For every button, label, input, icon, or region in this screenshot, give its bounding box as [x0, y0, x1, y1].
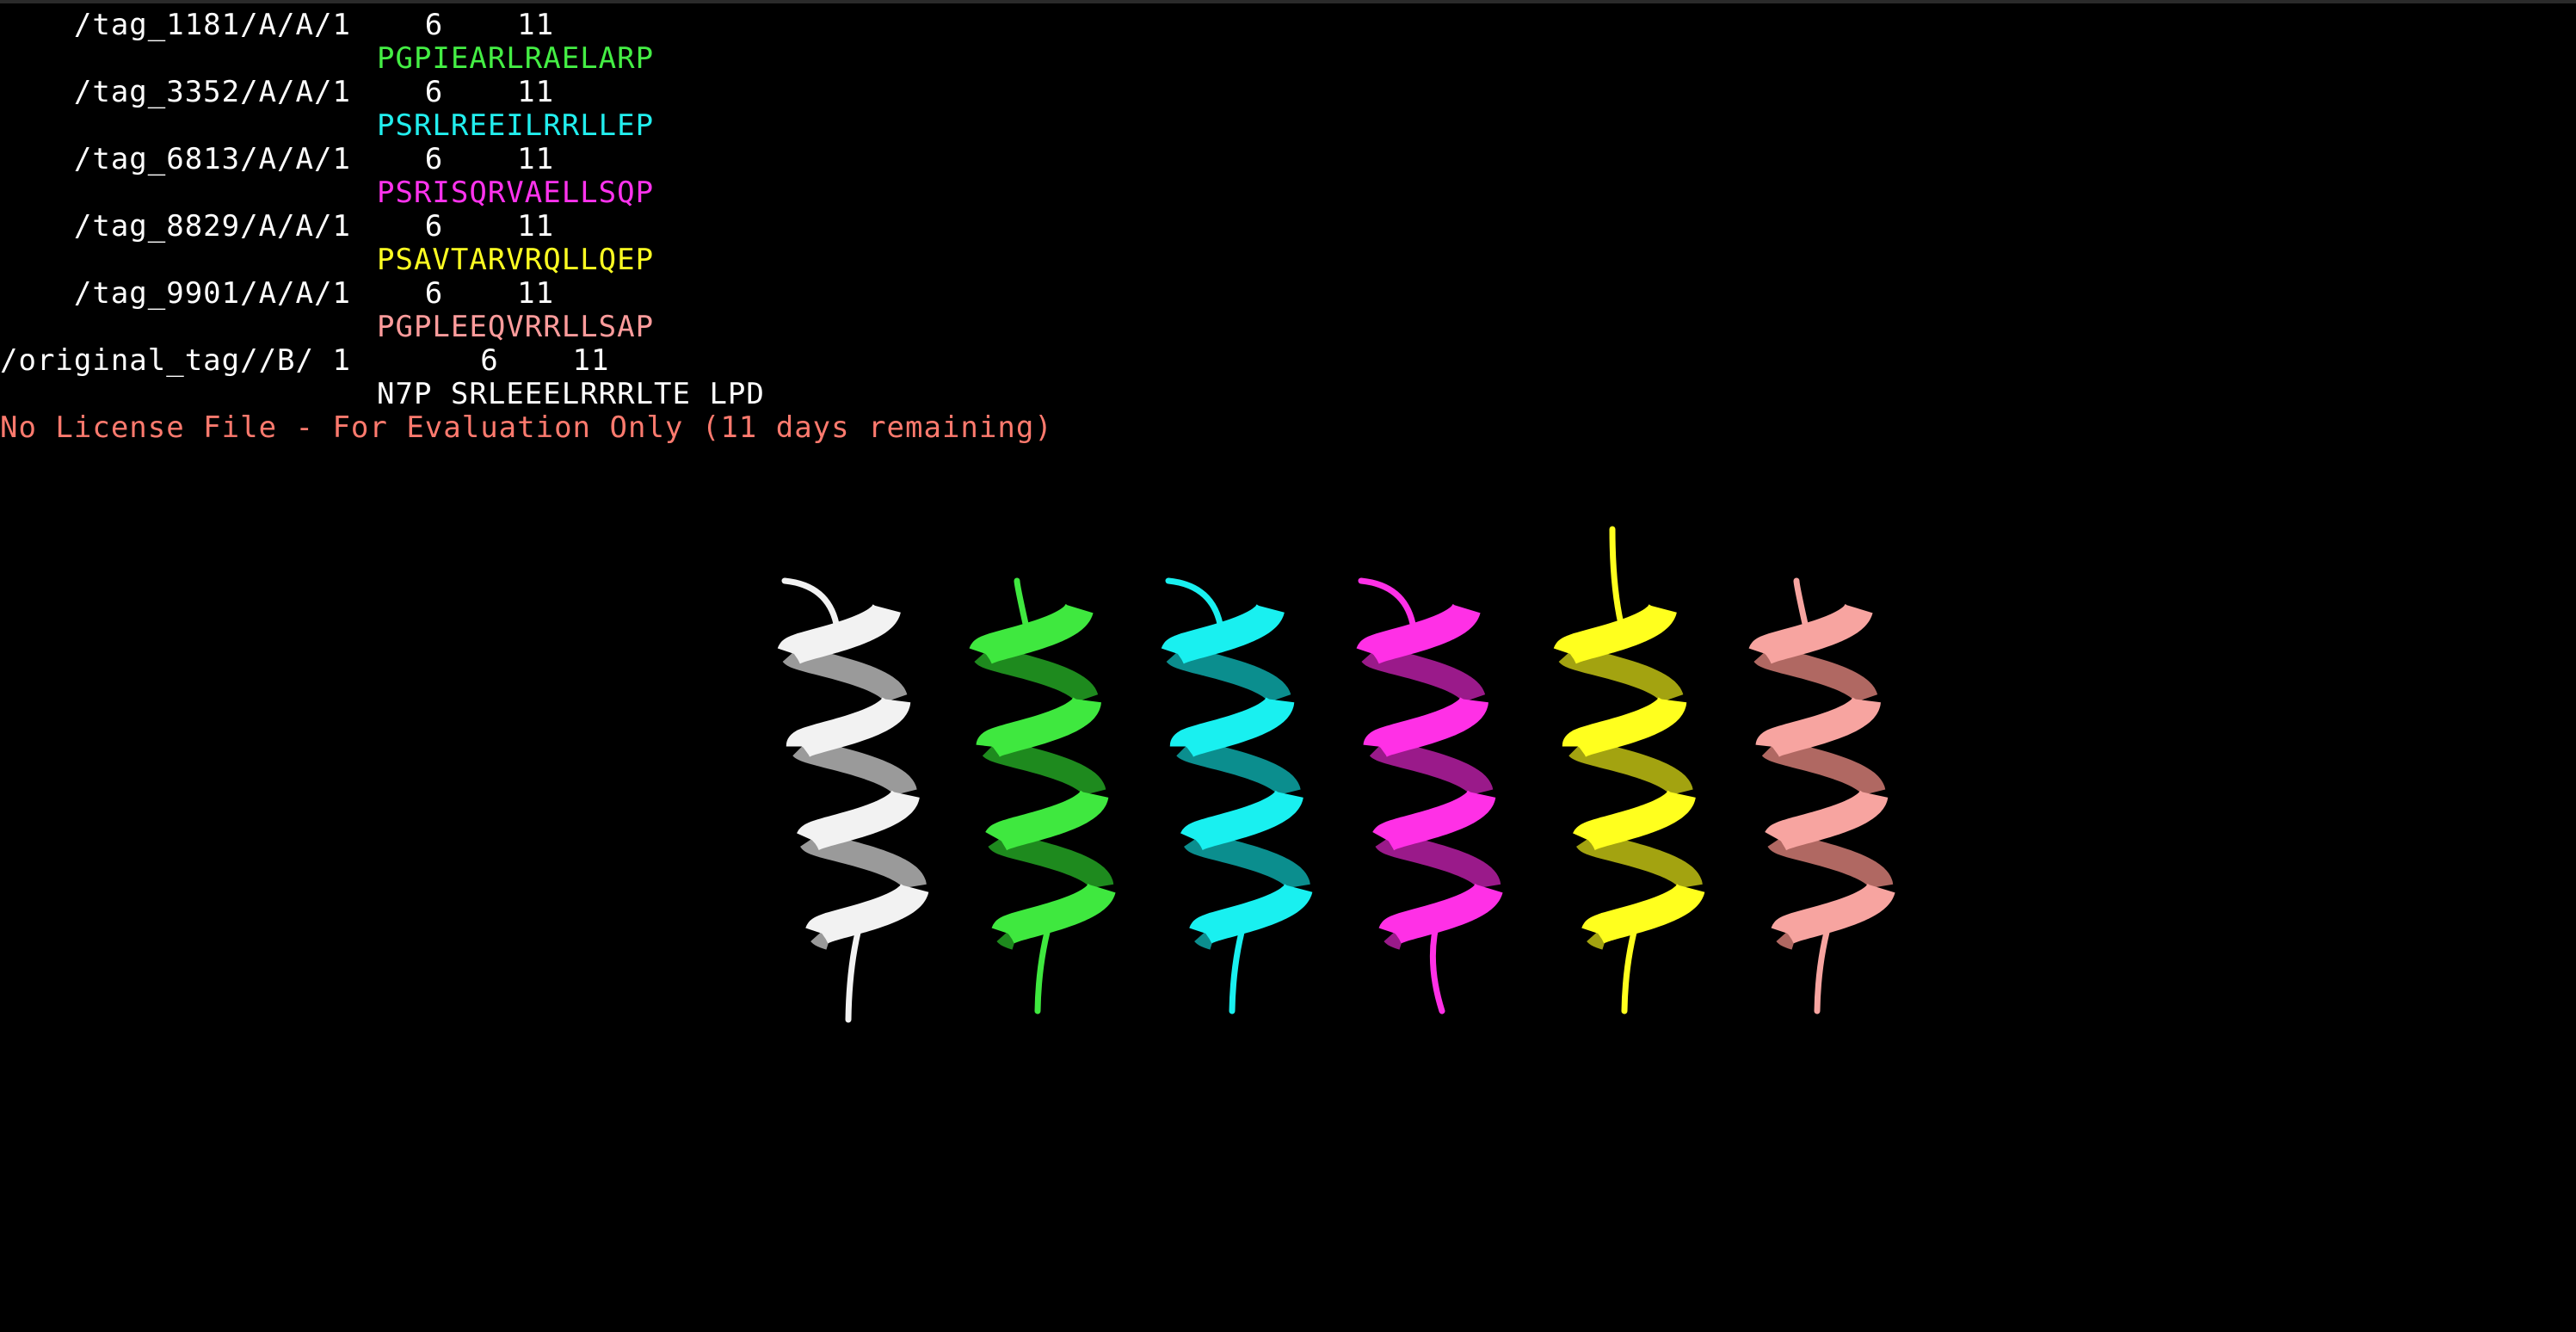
helix-original_tag[interactable] [777, 577, 929, 1023]
helix-ribbon-front [1161, 595, 1285, 667]
helix-n-terminus [1793, 577, 1809, 627]
helix-ribbon-front [1553, 595, 1677, 667]
helix-ribbon-front [1763, 781, 1889, 854]
helix-ribbon-front [991, 875, 1116, 947]
helix-tag_9901[interactable] [1748, 577, 1895, 1014]
helix-n-terminus [1609, 526, 1624, 627]
helix-ribbon-front [1771, 875, 1895, 947]
helix-ribbon-front [1581, 875, 1705, 947]
helix-ribbon-front [1363, 688, 1488, 761]
helix-ribbon-front [796, 781, 920, 854]
helix-ribbon-front [1562, 688, 1687, 761]
helix-ribbon-front [1748, 595, 1873, 667]
helix-ribbon-front [969, 595, 1094, 667]
helix-ribbon-front [1169, 688, 1295, 761]
helix-ribbon-front [1572, 781, 1696, 854]
helix-ribbon-front [1180, 781, 1303, 854]
helix-ribbon-front [1378, 875, 1503, 947]
helix-tag_3352[interactable] [1161, 577, 1313, 1014]
helix-ribbon-front [983, 781, 1109, 854]
helix-n-terminus [781, 577, 840, 627]
helix-ribbon-front [804, 875, 929, 947]
helix-tag_1181[interactable] [969, 577, 1116, 1014]
helix-ribbon-front [1188, 875, 1313, 947]
helix-ribbon-front [1356, 595, 1481, 667]
helix-ribbon-front [786, 688, 911, 761]
helix-tag_8829[interactable] [1553, 526, 1705, 1014]
helix-tag_6813[interactable] [1356, 577, 1503, 1014]
helix-ribbon-front [1371, 781, 1496, 854]
helix-n-terminus [1014, 577, 1029, 627]
helix-ribbon-front [1755, 688, 1881, 761]
helix-ribbon-front [976, 688, 1101, 761]
helix-n-terminus [1165, 577, 1223, 627]
structure-scene[interactable] [0, 0, 2576, 1332]
helix-ribbon-front [777, 595, 901, 667]
molecular-viewer[interactable]: /tag_1181/A/A/1 6 11 PGPIEARLRAELARP /ta… [0, 0, 2576, 1332]
helix-n-terminus [1358, 577, 1416, 627]
